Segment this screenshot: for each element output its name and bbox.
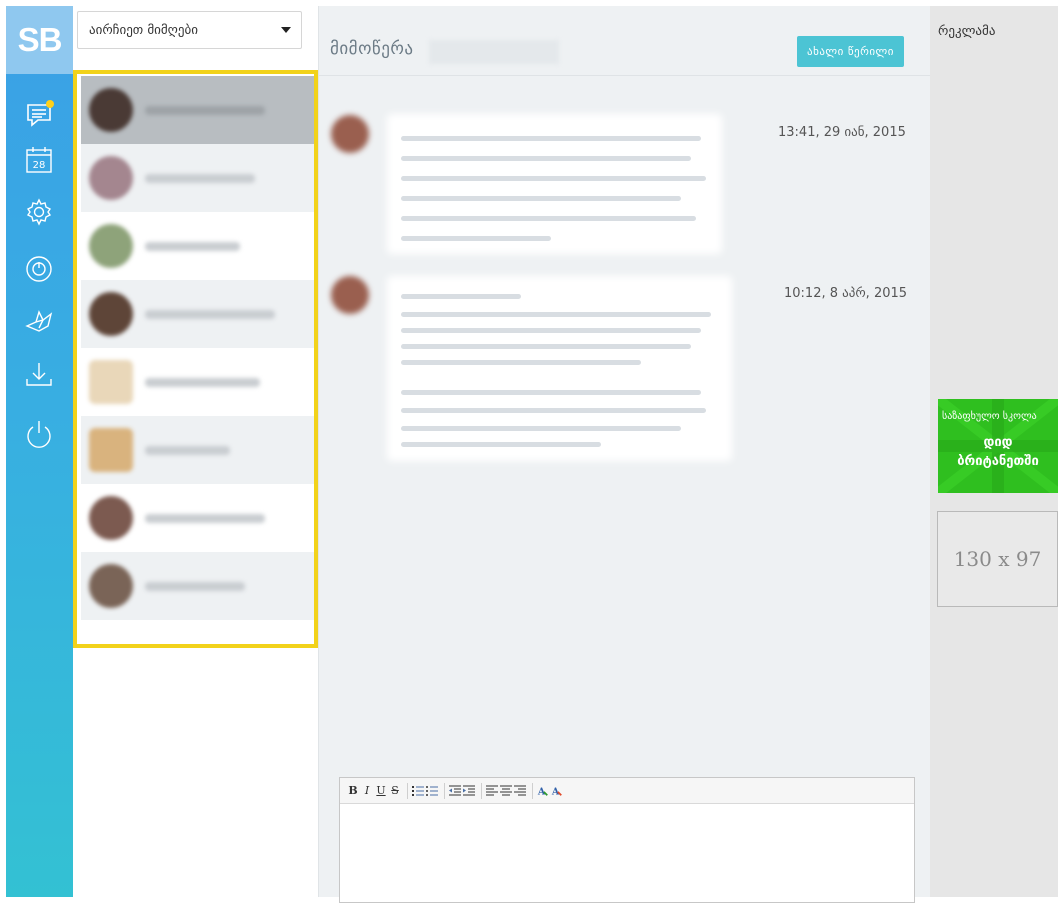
conversation-panel: მიმოწერა ახალი წერილი 13:41, 29 იან, 201… — [318, 6, 931, 903]
redacted-line — [401, 156, 691, 161]
contact-item[interactable] — [81, 144, 314, 212]
contacts-panel: აირჩიეთ მიმღები — [73, 6, 318, 897]
contact-item[interactable] — [81, 76, 314, 144]
redacted-line — [401, 408, 706, 413]
redacted-line — [401, 236, 551, 241]
banner-line-1: საზაფხულო სკოლა — [942, 411, 1037, 422]
contact-name — [145, 310, 275, 319]
text-color-icon[interactable]: A — [537, 784, 549, 798]
avatar — [89, 428, 133, 472]
message-timestamp: 13:41, 29 იან, 2015 — [778, 125, 906, 140]
contact-name — [145, 242, 240, 251]
contact-name — [145, 378, 260, 387]
ad-placeholder[interactable]: 130 x 97 — [937, 511, 1058, 607]
notification-badge — [46, 100, 54, 108]
indent-icon[interactable] — [463, 784, 475, 798]
toolbar-divider — [444, 782, 445, 799]
align-center-icon[interactable] — [500, 784, 512, 798]
contact-name — [145, 446, 230, 455]
message-editor[interactable]: B I U S A A — [339, 777, 915, 903]
redacted-line — [401, 390, 701, 395]
contact-item[interactable] — [81, 484, 314, 552]
avatar — [89, 292, 133, 336]
contact-item[interactable] — [81, 348, 314, 416]
messages-icon[interactable] — [24, 100, 54, 130]
editor-toolbar: B I U S A A — [340, 778, 914, 804]
align-right-icon[interactable] — [514, 784, 526, 798]
contact-item[interactable] — [81, 212, 314, 280]
contact-item[interactable] — [81, 416, 314, 484]
contact-name — [145, 582, 245, 591]
redacted-line — [401, 176, 706, 181]
underline-icon[interactable]: U — [375, 784, 387, 798]
message-body-redacted — [387, 114, 722, 254]
app: SB 28 აირჩიეთ მიმღები მიმოწერა ახალი წერ… — [0, 0, 1058, 903]
conversation-header: მიმოწერა ახალი წერილი — [319, 6, 931, 76]
redacted-line — [401, 344, 691, 349]
ads-panel: რეკლამა საზაფხულო სკოლა დიდ ბრიტანეთში 1… — [930, 6, 1058, 897]
redacted-line — [401, 442, 601, 447]
italic-icon[interactable]: I — [361, 784, 373, 798]
banner-line-2: დიდ — [983, 435, 1013, 450]
banner-line-3: ბრიტანეთში — [957, 454, 1039, 469]
redacted-line — [401, 294, 521, 299]
align-left-icon[interactable] — [486, 784, 498, 798]
logout-icon[interactable] — [24, 419, 54, 449]
redacted-line — [401, 360, 641, 365]
origami-bird-icon[interactable] — [24, 306, 54, 336]
outdent-icon[interactable] — [449, 784, 461, 798]
toolbar-divider — [481, 782, 482, 799]
avatar — [89, 360, 133, 404]
background-color-icon[interactable]: A — [551, 784, 563, 798]
avatar — [89, 564, 133, 608]
redacted-line — [401, 312, 711, 317]
contact-name — [145, 174, 255, 183]
unordered-list-icon[interactable] — [426, 784, 438, 798]
avatar — [331, 276, 369, 314]
strikethrough-icon[interactable]: S — [389, 784, 401, 798]
avatar — [89, 224, 133, 268]
recipient-select[interactable]: აირჩიეთ მიმღები — [77, 11, 302, 49]
redacted-line — [401, 328, 701, 333]
message-timestamp: 10:12, 8 აპრ, 2015 — [784, 286, 908, 301]
avatar — [89, 496, 133, 540]
calendar-icon[interactable]: 28 — [24, 145, 54, 175]
power-timer-icon[interactable] — [24, 254, 54, 284]
app-logo[interactable]: SB — [6, 6, 73, 74]
avatar — [331, 115, 369, 153]
avatar — [89, 88, 133, 132]
nav-rail: SB 28 — [6, 6, 73, 897]
ads-title: რეკლამა — [938, 24, 996, 39]
redacted-line — [401, 426, 681, 431]
page-title: მიმოწერა — [330, 39, 414, 59]
message-body-redacted — [387, 276, 732, 461]
chevron-down-icon — [281, 27, 291, 33]
avatar — [89, 156, 133, 200]
redacted-line — [401, 216, 696, 221]
contact-name — [145, 514, 265, 523]
redacted-line — [401, 136, 701, 141]
bold-icon[interactable]: B — [347, 784, 359, 798]
contact-name — [145, 106, 265, 115]
download-icon[interactable] — [24, 360, 54, 390]
settings-icon[interactable] — [24, 197, 54, 227]
calendar-day: 28 — [33, 160, 46, 171]
ad-banner[interactable]: საზაფხულო სკოლა დიდ ბრიტანეთში — [938, 399, 1058, 493]
recipient-select-label: აირჩიეთ მიმღები — [89, 22, 198, 38]
toolbar-divider — [407, 782, 408, 799]
contact-list — [73, 70, 318, 648]
recipient-name-redacted — [429, 40, 559, 64]
redacted-line — [401, 196, 681, 201]
contact-item[interactable] — [81, 552, 314, 620]
toolbar-divider — [532, 782, 533, 799]
new-message-button[interactable]: ახალი წერილი — [797, 36, 904, 67]
contact-item[interactable] — [81, 280, 314, 348]
ordered-list-icon[interactable] — [412, 784, 424, 798]
